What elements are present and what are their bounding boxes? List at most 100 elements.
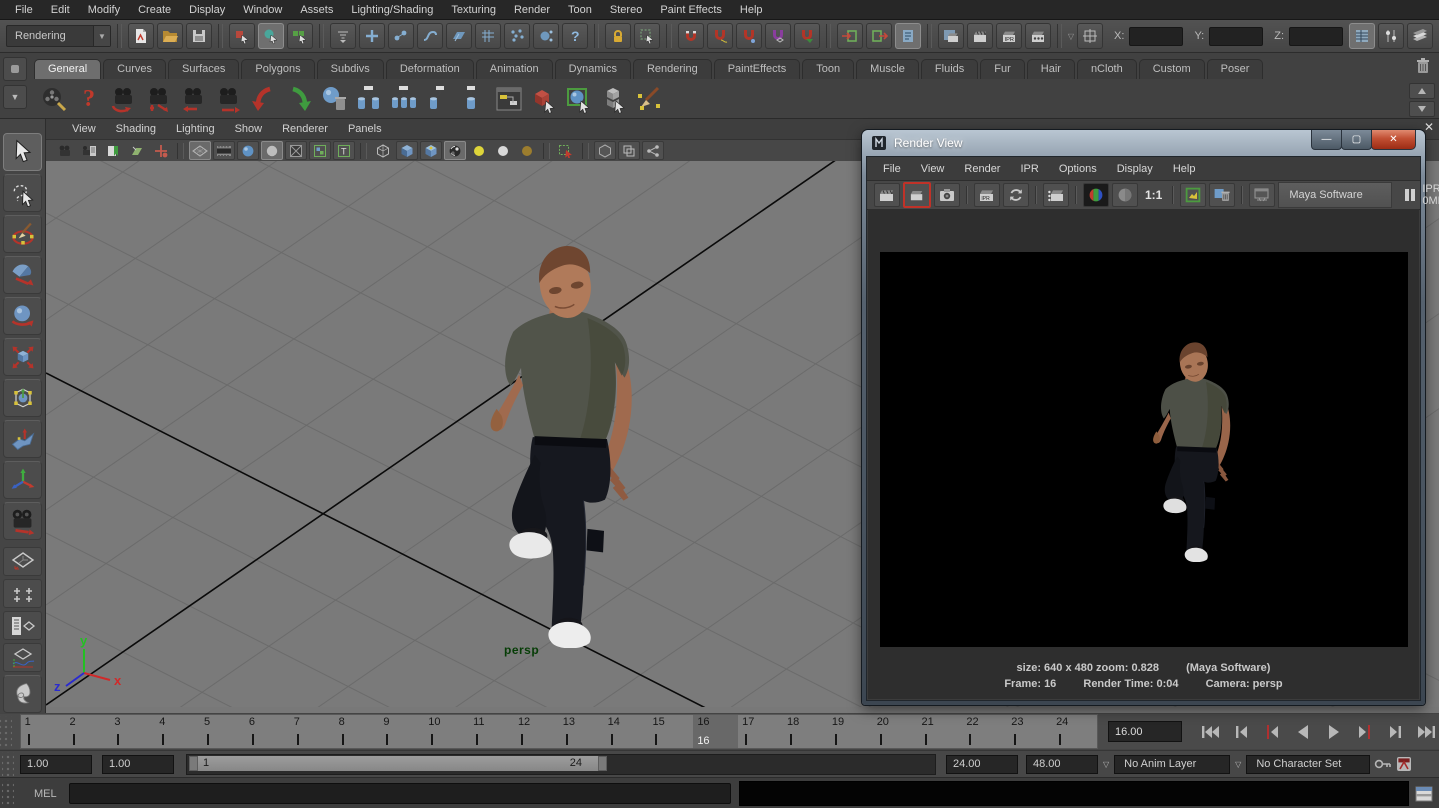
shelf-menu-icon[interactable]: ▼ — [3, 85, 27, 109]
no-lights-icon[interactable] — [516, 141, 538, 160]
soft-modification-tool[interactable] — [3, 420, 42, 458]
snap-magnet-plane-icon[interactable] — [765, 23, 791, 49]
menu-item[interactable]: Paint Effects — [651, 2, 731, 18]
panel-menu-item[interactable]: Show — [225, 121, 273, 137]
textured-cube-icon[interactable] — [420, 141, 442, 160]
node-tree-c-icon[interactable] — [423, 83, 455, 115]
lock-icon[interactable] — [605, 23, 631, 49]
shelf-tab[interactable]: Hair — [1027, 59, 1075, 79]
timeline-frame[interactable]: 2 — [66, 715, 111, 748]
channel-box-icon[interactable] — [1349, 23, 1375, 49]
shelf-tab[interactable]: Subdivs — [317, 59, 384, 79]
timeline-frame[interactable]: 3 — [110, 715, 155, 748]
play-backwards-button[interactable] — [1291, 723, 1315, 740]
pause-ipr-icon[interactable] — [1405, 189, 1415, 201]
snap-points-icon[interactable] — [388, 23, 414, 49]
mel-command-input[interactable] — [69, 783, 731, 804]
animation-end-field[interactable] — [1026, 755, 1098, 774]
construction-history-icon[interactable] — [895, 23, 921, 49]
render-view-menu-item[interactable]: IPR — [1010, 161, 1048, 177]
shelf-tab[interactable]: Animation — [476, 59, 553, 79]
play-forwards-button[interactable] — [1322, 723, 1346, 740]
minimize-button[interactable]: — — [1311, 130, 1342, 150]
move-tool[interactable] — [3, 256, 42, 294]
shelf-tab[interactable]: General — [34, 59, 101, 79]
step-forward-frame-button[interactable] — [1384, 723, 1408, 740]
layout-four-pane[interactable] — [3, 579, 42, 608]
undo-arrow-icon[interactable] — [248, 83, 280, 115]
menu-item[interactable]: Create — [129, 2, 180, 18]
command-language-toggle[interactable]: MEL — [34, 788, 57, 800]
shelf-tab[interactable]: Muscle — [856, 59, 919, 79]
timeline-frame[interactable]: 5 — [200, 715, 245, 748]
shelf-tab[interactable]: Poser — [1207, 59, 1264, 79]
playback-range-bar[interactable]: 1 24 — [189, 756, 607, 771]
two-d-pan-icon[interactable] — [150, 141, 172, 160]
timeline-frame[interactable]: 20 — [873, 715, 918, 748]
shelf-scroll-down-icon[interactable] — [1409, 101, 1435, 117]
wire-on-shaded-icon[interactable] — [285, 141, 307, 160]
layout-graph-persp[interactable] — [3, 643, 42, 672]
share-icon[interactable] — [642, 141, 664, 160]
drag-handle[interactable] — [2, 780, 14, 808]
timeline-frame[interactable]: 15 — [648, 715, 693, 748]
timeline-frame[interactable]: 1 — [21, 715, 66, 748]
maximize-button[interactable]: ▢ — [1341, 130, 1372, 150]
panel-menu-item[interactable]: Shading — [106, 121, 166, 137]
menu-item[interactable]: Render — [505, 2, 559, 18]
layout-outliner-persp[interactable] — [3, 611, 42, 640]
shelf-tab[interactable]: Curves — [103, 59, 166, 79]
image-plane-icon[interactable] — [126, 141, 148, 160]
timeline-frame[interactable]: 18 — [783, 715, 828, 748]
anim-layer-selector[interactable]: No Anim Layer — [1114, 755, 1230, 774]
timeline-frame[interactable]: 14 — [604, 715, 649, 748]
wireframe-cube-icon[interactable] — [372, 141, 394, 160]
snap-magnet-grid-icon[interactable] — [678, 23, 704, 49]
node-tree-d-icon[interactable] — [458, 83, 490, 115]
character-set-selector[interactable]: No Character Set — [1246, 755, 1370, 774]
render-view-menu-item[interactable]: Options — [1049, 161, 1107, 177]
render-icon[interactable] — [874, 183, 900, 207]
timeline-frame[interactable]: 13 — [559, 715, 604, 748]
range-slider-track[interactable]: 1 24 — [186, 754, 936, 775]
delete-object-icon[interactable] — [318, 83, 350, 115]
chevron-down-icon[interactable]: ▽ — [1235, 760, 1241, 769]
camera-roll-icon[interactable] — [213, 83, 245, 115]
help-question-icon[interactable]: ? — [73, 83, 105, 115]
shaded-sphere-icon[interactable] — [237, 141, 259, 160]
panel-menu-item[interactable]: View — [62, 121, 106, 137]
render-view-menu-item[interactable]: Render — [954, 161, 1010, 177]
menu-item[interactable]: Assets — [291, 2, 342, 18]
output-connections-icon[interactable] — [866, 23, 892, 49]
xray-cube-icon[interactable] — [594, 141, 616, 160]
camera-track-icon[interactable] — [178, 83, 210, 115]
key-icon[interactable] — [1374, 758, 1392, 770]
shelf-scroll-up-icon[interactable] — [1409, 83, 1435, 99]
timeline-frame[interactable]: 19 — [828, 715, 873, 748]
lasso-tool[interactable] — [3, 174, 42, 212]
assign-material-icon[interactable] — [528, 83, 560, 115]
range-end-handle[interactable] — [598, 756, 607, 771]
render-settings-icon[interactable] — [1025, 23, 1051, 49]
snap-filter-icon[interactable] — [330, 23, 356, 49]
node-editor-icon[interactable] — [493, 83, 525, 115]
menu-set-selector[interactable]: Rendering ▼ — [6, 25, 111, 47]
snap-planes-icon[interactable] — [446, 23, 472, 49]
go-to-start-button[interactable] — [1198, 723, 1222, 740]
timeline-frame[interactable]: 22 — [962, 715, 1007, 748]
render-frame-icon[interactable] — [967, 23, 993, 49]
shelf-tab[interactable]: Rendering — [633, 59, 712, 79]
render-view-canvas[interactable]: size: 640 x 480 zoom: 0.828 (Maya Softwa… — [868, 209, 1419, 699]
y-coordinate-field[interactable] — [1209, 27, 1263, 46]
step-back-frame-button[interactable] — [1229, 723, 1253, 740]
hypergraph-layout-icon[interactable] — [3, 675, 42, 713]
timeline-frame[interactable]: 11 — [469, 715, 514, 748]
render-view-menu-item[interactable]: Display — [1107, 161, 1163, 177]
new-scene-icon[interactable] — [128, 23, 154, 49]
render-current-frame-icon[interactable] — [938, 23, 964, 49]
playback-end-field[interactable] — [946, 755, 1018, 774]
timeline-ruler[interactable]: 1 2 3 4 5 6 — [20, 714, 1098, 749]
rgb-channels-icon[interactable] — [1083, 183, 1109, 207]
redo-previous-render-icon[interactable] — [903, 182, 931, 208]
menu-item[interactable]: Display — [180, 2, 234, 18]
